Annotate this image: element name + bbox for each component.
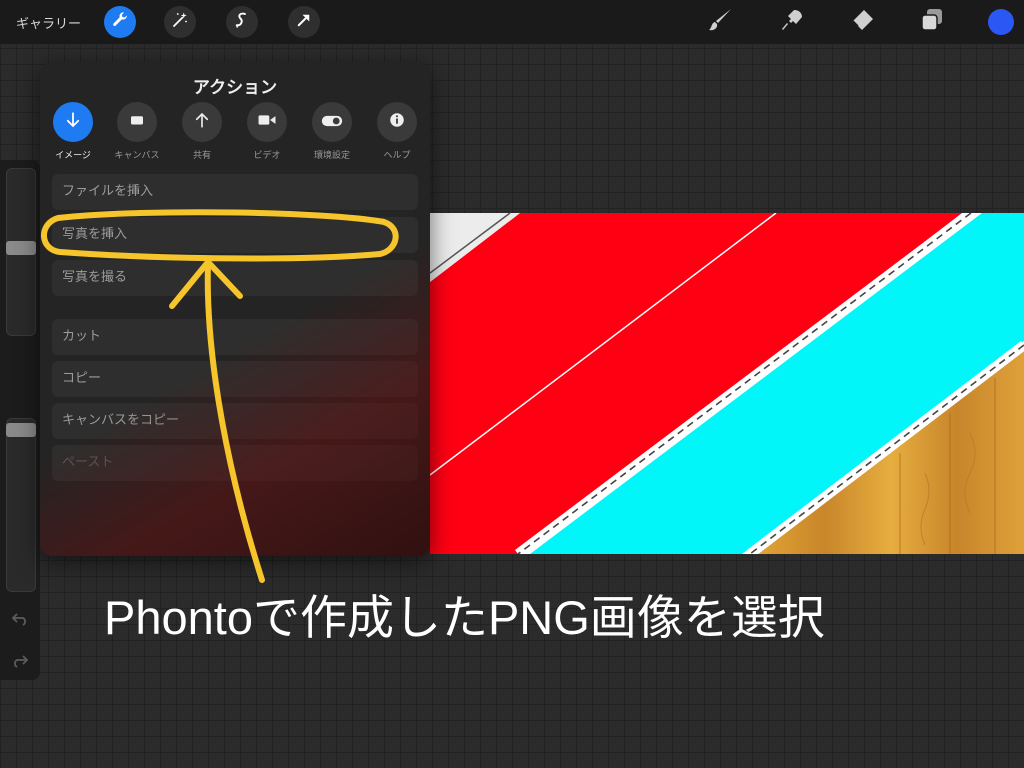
panel-title: アクション: [192, 78, 278, 98]
tab-label: イメージ: [55, 151, 91, 161]
selection-icon: [233, 11, 251, 33]
up-arrow-icon: [193, 111, 211, 133]
brush-size-slider[interactable]: [6, 168, 36, 336]
layers-button[interactable]: [918, 8, 946, 36]
tab-preferences[interactable]: 環境設定: [304, 102, 360, 161]
undo-icon: [11, 611, 29, 630]
video-icon: [257, 111, 277, 133]
brush-size-thumb[interactable]: [6, 241, 36, 255]
color-picker-button[interactable]: [988, 9, 1014, 35]
opacity-thumb[interactable]: [6, 423, 36, 437]
annotation-caption: Phontoで作成したPNG画像を選択: [104, 591, 825, 644]
selection-button[interactable]: [226, 6, 258, 38]
tab-image[interactable]: イメージ: [45, 102, 101, 161]
tab-label: キャンバス: [114, 151, 160, 161]
redo-button[interactable]: [10, 654, 30, 670]
tab-canvas[interactable]: キャンバス: [109, 102, 165, 161]
tab-label: ヘルプ: [383, 151, 411, 161]
cut-item[interactable]: カット: [52, 319, 418, 355]
wrench-icon: [111, 11, 129, 33]
opacity-slider[interactable]: [6, 418, 36, 592]
eraser-icon: [849, 7, 875, 37]
info-icon: [388, 111, 406, 133]
tab-help[interactable]: ヘルプ: [369, 102, 425, 161]
actions-panel: アクション イメージ キャンバス 共有 ビデオ 環境設定 ヘルプ ファイルを挿入…: [40, 62, 430, 556]
adjustments-button[interactable]: [164, 6, 196, 38]
top-toolbar: ギャラリー: [0, 0, 1024, 44]
left-sidebar: [0, 160, 40, 680]
undo-button[interactable]: [10, 612, 30, 628]
gallery-button[interactable]: ギャラリー: [16, 13, 81, 32]
insert-file-item[interactable]: ファイルを挿入: [52, 174, 418, 210]
tab-label: 環境設定: [313, 151, 350, 161]
paste-item: ペースト: [52, 445, 418, 481]
tab-video[interactable]: ビデオ: [239, 102, 295, 161]
magic-wand-icon: [171, 11, 189, 33]
down-arrow-icon: [64, 111, 82, 133]
transform-button[interactable]: [288, 6, 320, 38]
copy-item[interactable]: コピー: [52, 361, 418, 397]
actions-button[interactable]: [104, 6, 136, 38]
brush-icon: [707, 7, 733, 37]
eraser-button[interactable]: [848, 8, 876, 36]
layers-icon: [919, 7, 945, 37]
canvas-icon: [128, 111, 146, 133]
brush-button[interactable]: [706, 8, 734, 36]
insert-photo-item[interactable]: 写真を挿入: [52, 217, 418, 253]
tab-share[interactable]: 共有: [174, 102, 230, 161]
redo-icon: [11, 653, 29, 672]
toggle-icon: [321, 113, 343, 132]
transform-icon: [295, 11, 313, 33]
copy-canvas-item[interactable]: キャンバスをコピー: [52, 403, 418, 439]
smudge-icon: [779, 7, 805, 37]
tab-label: ビデオ: [253, 151, 281, 161]
smudge-button[interactable]: [778, 8, 806, 36]
tab-label: 共有: [192, 151, 211, 161]
drawing-canvas[interactable]: [430, 213, 1024, 554]
take-photo-item[interactable]: 写真を撮る: [52, 260, 418, 296]
